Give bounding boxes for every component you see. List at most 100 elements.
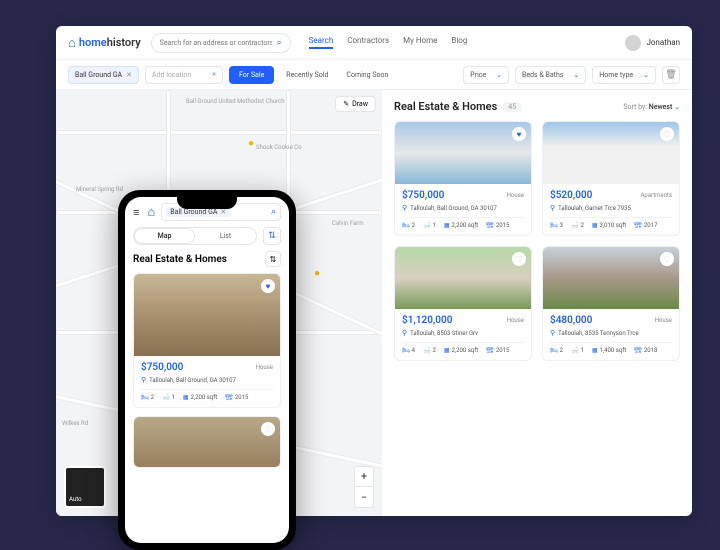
sqft: 3,010 sqft — [600, 222, 627, 229]
listing-card[interactable]: ♡ $480,000House ⚲Talloulah, 8535 Tennyso… — [542, 246, 680, 361]
favorite-button[interactable]: ♥ — [512, 127, 526, 141]
close-icon[interactable]: ✕ — [126, 71, 132, 79]
phone-mockup: ≡ ⌂ Ball Ground GA ✕ ⌕ Map List ⇅ Real E… — [118, 190, 296, 550]
recently-sold-filter[interactable]: Recently Sold — [280, 71, 334, 79]
listings-panel: Real Estate & Homes 45 Sort by: Newest ⌄… — [382, 90, 692, 516]
bed-icon: 🛏 — [141, 394, 149, 401]
beds-baths-dropdown[interactable]: Beds & Baths⌄ — [515, 66, 586, 84]
map-label: Wilkes Rd — [62, 420, 88, 427]
main-nav: Search Contractors My Home Blog — [309, 36, 468, 49]
phone-screen: ≡ ⌂ Ball Ground GA ✕ ⌕ Map List ⇅ Real E… — [125, 197, 289, 543]
bed-icon: 🛏 — [402, 347, 410, 354]
beds-count: 3 — [560, 222, 563, 229]
year-built: 2018 — [644, 347, 658, 354]
favorite-button[interactable]: ♡ — [512, 252, 526, 266]
baths-count: 2 — [432, 347, 435, 354]
listing-card[interactable]: ♡ $520,000Apartments ⚲Talloulah, Garnet … — [542, 121, 680, 236]
phone-listings: Real Estate & Homes ⇅ ♥ $750,000House ⚲T… — [125, 251, 289, 468]
search-icon[interactable]: ⌕ — [271, 207, 276, 217]
listing-type: House — [256, 364, 273, 371]
home-type-dropdown[interactable]: Home type⌄ — [592, 66, 656, 84]
nav-search[interactable]: Search — [309, 36, 334, 49]
year-icon: 🏗 — [634, 222, 642, 229]
draw-label: Draw — [352, 100, 368, 108]
search-icon[interactable]: ⌕ — [212, 70, 216, 79]
add-location-input[interactable]: Add location ⌕ — [145, 66, 223, 84]
pin-icon: ⚲ — [550, 329, 555, 337]
listings-header: Real Estate & Homes 45 Sort by: Newest ⌄ — [394, 100, 680, 113]
search-input[interactable] — [160, 39, 272, 47]
brand-name-1: home — [79, 36, 107, 49]
zoom-out-button[interactable]: − — [355, 487, 373, 507]
filter-icon[interactable]: ⇅ — [263, 227, 281, 245]
zoom-in-button[interactable]: + — [355, 467, 373, 487]
listing-type: House — [507, 192, 524, 199]
favorite-button[interactable]: ♡ — [660, 252, 674, 266]
chevron-down-icon: ⌄ — [674, 103, 680, 111]
view-toggle[interactable]: Map List — [133, 227, 257, 245]
zoom-controls: + − — [354, 466, 374, 508]
year-icon: 🏗 — [225, 394, 233, 401]
favorite-button[interactable]: ♡ — [261, 422, 275, 436]
beds-baths-label: Beds & Baths — [522, 71, 563, 79]
user-menu[interactable]: Jonathan — [625, 35, 680, 51]
listing-card[interactable]: ♡ — [133, 416, 281, 468]
map-layer-toggle[interactable]: Auto — [64, 466, 106, 508]
location-chip[interactable]: Ball Ground GA ✕ — [68, 66, 139, 84]
draw-button[interactable]: ✎Draw — [335, 96, 376, 112]
for-sale-button[interactable]: For Sale — [229, 66, 274, 84]
nav-myhome[interactable]: My Home — [403, 36, 437, 49]
sqft: 2,200 sqft — [191, 394, 218, 401]
avatar — [625, 35, 641, 51]
location-chip-label: Ball Ground GA — [75, 71, 122, 79]
listing-card[interactable]: ♥ $750,000House ⚲Talloulah, Ball Ground,… — [394, 121, 532, 236]
menu-icon[interactable]: ≡ — [133, 206, 139, 219]
map-layer-label: Auto — [69, 496, 82, 503]
price-dropdown[interactable]: Price ⌄ — [463, 66, 509, 84]
baths-count: 1 — [432, 222, 435, 229]
map-pin[interactable]: ● — [314, 268, 320, 279]
global-search[interactable]: ⌕ — [151, 33, 291, 53]
logo-icon[interactable]: ⌂ — [147, 204, 155, 220]
pin-icon: ⚲ — [141, 376, 146, 384]
nav-contractors[interactable]: Contractors — [347, 36, 389, 49]
bath-icon: 🛁 — [162, 394, 169, 401]
bed-icon: 🛏 — [402, 222, 410, 229]
listing-body: $520,000Apartments ⚲Talloulah, Garnet Tr… — [543, 184, 679, 235]
year-built: 2015 — [235, 394, 249, 401]
year-icon: 🏗 — [486, 347, 494, 354]
tab-list[interactable]: List — [195, 228, 256, 244]
year-icon: 🏗 — [634, 347, 642, 354]
beds-count: 2 — [151, 394, 154, 401]
listing-image: ♡ — [543, 122, 679, 184]
sort-control[interactable]: Sort by: Newest ⌄ — [623, 103, 680, 111]
nav-blog[interactable]: Blog — [451, 36, 467, 49]
sort-icon[interactable]: ⇅ — [265, 251, 281, 267]
close-icon[interactable]: ✕ — [220, 208, 226, 216]
listing-price: $750,000 — [141, 362, 183, 373]
tab-map[interactable]: Map — [134, 228, 195, 244]
listing-price: $1,120,000 — [402, 315, 452, 326]
coming-soon-filter[interactable]: Coming Soon — [340, 71, 394, 79]
search-icon[interactable]: ⌕ — [277, 38, 282, 48]
year-built: 2015 — [496, 347, 510, 354]
baths-count: 1 — [171, 394, 174, 401]
favorite-button[interactable]: ♡ — [660, 127, 674, 141]
area-icon: ▦ — [183, 394, 189, 401]
favorite-button[interactable]: ♥ — [261, 279, 275, 293]
listing-card[interactable]: ♡ $1,120,000House ⚲Talloulah, 8503 Stine… — [394, 246, 532, 361]
sqft: 2,200 sqft — [452, 222, 479, 229]
chevron-down-icon: ⌄ — [496, 71, 502, 79]
listing-card[interactable]: ♥ $750,000House ⚲Talloulah, Ball Ground,… — [133, 273, 281, 408]
clear-filters-button[interactable]: 🗑 — [662, 66, 680, 84]
logo[interactable]: ⌂ homehistory — [68, 35, 141, 51]
baths-count: 1 — [580, 347, 583, 354]
listings-grid: ♥ $750,000House ⚲Talloulah, Ball Ground,… — [394, 121, 680, 361]
listing-stats: 🛏3 🛁2 ▦3,010 sqft 🏗2017 — [550, 217, 672, 229]
listing-stats: 🛏2 🛁1 ▦2,200 sqft 🏗2015 — [141, 389, 273, 401]
listing-address: Talloulah, 8535 Tennyson Trce — [558, 330, 639, 337]
area-icon: ▦ — [444, 347, 450, 354]
map-pin[interactable]: ● — [248, 138, 254, 149]
year-built: 2015 — [496, 222, 510, 229]
price-label: Price — [470, 71, 486, 79]
